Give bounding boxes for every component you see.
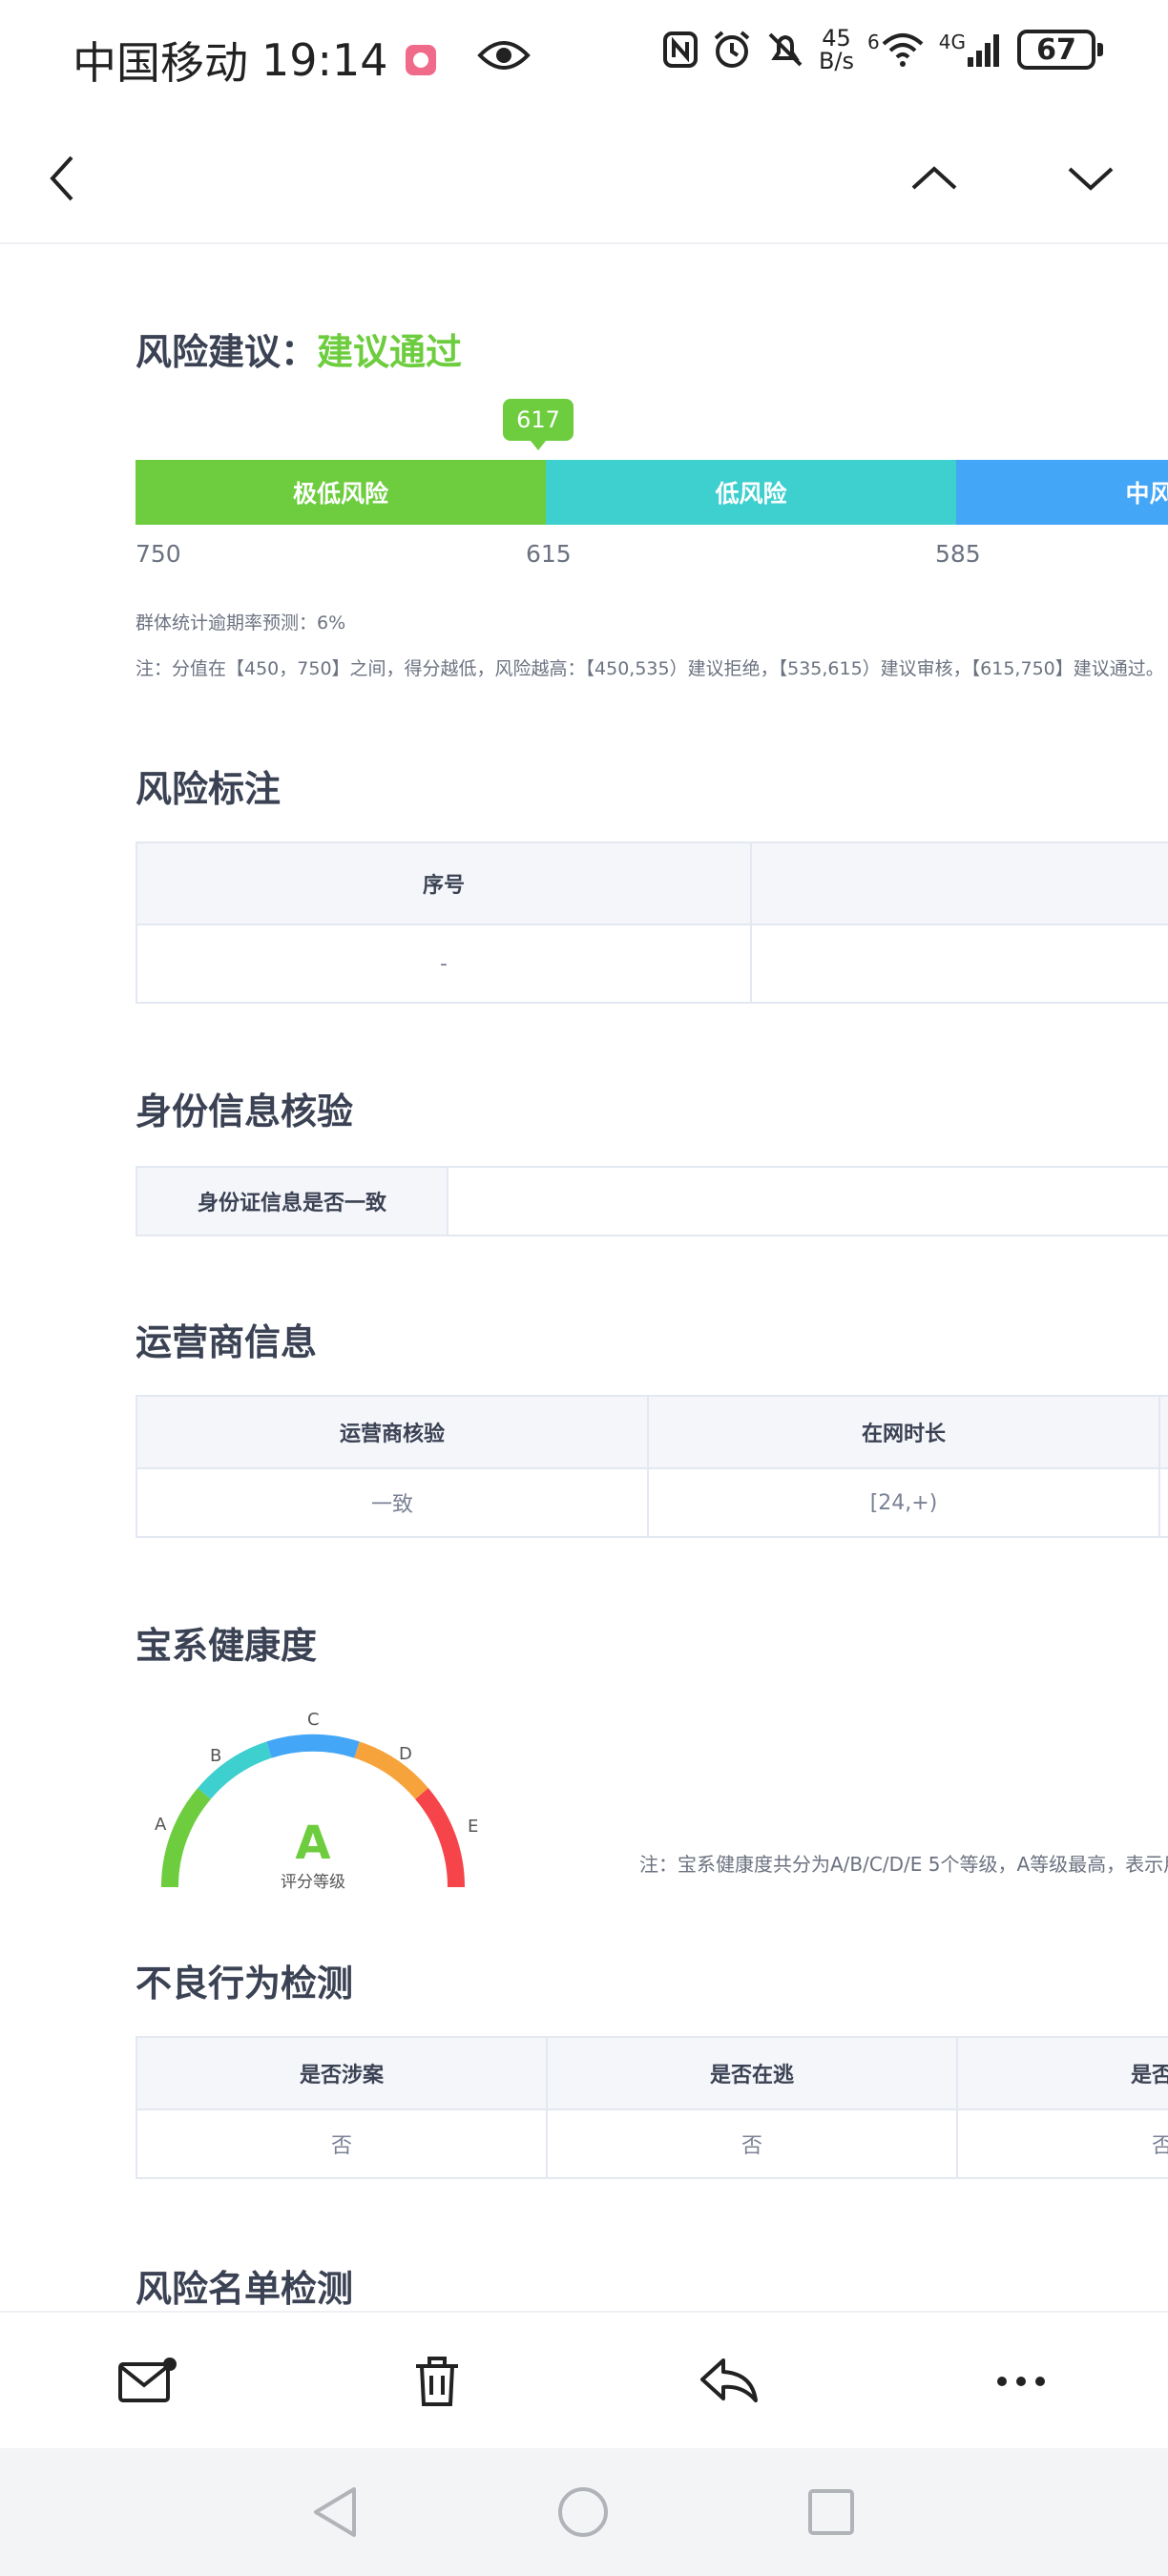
health-title: 宝系健康度 xyxy=(136,1625,318,1667)
grade-letter: D xyxy=(399,1744,412,1764)
risk-list-title: 风险名单检测 xyxy=(136,2268,354,2310)
table-row: 否 否 否 xyxy=(137,2109,1168,2177)
table-row: 身份证信息是否一致 xyxy=(137,1168,1168,1235)
grade-letter: E xyxy=(468,1817,478,1837)
carrier-name: 中国移动 xyxy=(73,37,248,89)
risk-segment-medium: 中风险 xyxy=(956,460,1168,525)
table-header-cell: 在网时长 xyxy=(649,1397,1160,1467)
table-cell xyxy=(752,924,1168,1002)
back-button[interactable] xyxy=(31,147,94,210)
bottom-action-bar xyxy=(0,2311,1168,2448)
identity-table: 身份证信息是否一致 xyxy=(136,1166,1168,1236)
grade-letter: A xyxy=(155,1815,167,1835)
identity-label: 身份证信息是否一致 xyxy=(137,1168,448,1235)
top-nav xyxy=(0,113,1168,244)
risk-bar: 极低风险 低风险 中风险 xyxy=(136,460,1168,525)
net-speed-value: 45 xyxy=(822,25,851,52)
table-cell: [24,+) xyxy=(649,1467,1160,1536)
bad-behavior-table: 是否涉案 是否在逃 是否涉 否 否 否 xyxy=(136,2036,1168,2179)
table-header-cell: 是否涉 xyxy=(958,2038,1168,2109)
table-header-row: 序号 xyxy=(137,843,1168,924)
eye-icon xyxy=(477,41,531,70)
bad-behavior-title: 不良行为检测 xyxy=(136,1963,354,2005)
table-row: 一致 [24,+) xyxy=(137,1467,1168,1536)
chevron-left-icon xyxy=(50,156,73,201)
grade-label: 评分等级 xyxy=(281,1873,345,1892)
mark-unread-button[interactable] xyxy=(113,2347,181,2416)
trash-icon xyxy=(416,2357,458,2406)
signal-icon xyxy=(968,34,999,67)
table-header-cell: 是否在逃 xyxy=(548,2038,958,2109)
score-tooltip: 617 xyxy=(503,399,574,450)
risk-tick-label: 615 xyxy=(526,540,572,568)
health-gauge: A B C D E A 评分等级 xyxy=(155,1710,478,1892)
mute-icon xyxy=(768,32,803,67)
table-header-cell xyxy=(1160,1397,1168,1467)
square-recents-icon xyxy=(808,2489,854,2535)
reply-button[interactable] xyxy=(695,2347,763,2416)
mail-icon xyxy=(118,2358,177,2402)
health-note: 注：宝系健康度共分为A/B/C/D/E 5个等级，A等级最高，表示用户 xyxy=(639,1853,1168,1876)
risk-tick-label: 585 xyxy=(935,540,981,568)
wifi-label: 6 xyxy=(867,31,880,53)
triangle-back-icon xyxy=(314,2487,356,2537)
table-header-row: 是否涉案 是否在逃 是否涉 xyxy=(137,2038,1168,2109)
reply-icon xyxy=(700,2358,758,2402)
table-row: - xyxy=(137,924,1168,1002)
group-stat-note: 群体统计逾期率预测：6% xyxy=(136,613,346,634)
table-header-cell: 是否涉案 xyxy=(137,2038,548,2109)
more-button[interactable] xyxy=(987,2347,1055,2416)
risk-mark-table: 序号 - xyxy=(136,841,1168,1004)
circle-home-icon xyxy=(558,2487,608,2537)
operator-table: 运营商核验 在网时长 一致 [24,+) xyxy=(136,1395,1168,1538)
identity-value xyxy=(448,1168,1168,1235)
risk-advice-label: 风险建议： xyxy=(136,331,318,373)
net-speed: 45 B/s xyxy=(819,27,854,73)
report-content[interactable]: 风险建议：建议通过 617 极低风险 低风险 中风险 750 615 585 群… xyxy=(0,246,1168,2311)
more-icon xyxy=(997,2377,1045,2386)
risk-advice-value: 建议通过 xyxy=(317,331,463,373)
net-speed-unit: B/s xyxy=(818,48,855,74)
table-cell xyxy=(1160,1467,1168,1536)
cell-label: 4G xyxy=(938,31,966,53)
app-notification-icon xyxy=(405,45,436,75)
risk-advice-title: 风险建议：建议通过 xyxy=(136,322,462,375)
grade-value: A xyxy=(295,1817,330,1870)
system-recents-button[interactable] xyxy=(800,2481,863,2544)
alarm-icon xyxy=(714,31,750,68)
chevron-down-icon xyxy=(1068,167,1114,191)
operator-title: 运营商信息 xyxy=(136,1321,318,1363)
system-back-button[interactable] xyxy=(303,2481,366,2544)
table-cell: 否 xyxy=(958,2109,1168,2177)
risk-mark-title: 风险标注 xyxy=(136,768,282,810)
previous-button[interactable] xyxy=(903,147,966,210)
table-cell: 一致 xyxy=(137,1467,649,1536)
status-right: 45 B/s 6 4G 67 xyxy=(662,27,1103,73)
system-home-button[interactable] xyxy=(552,2481,615,2544)
score-range-note: 注：分值在【450，750】之间，得分越低，风险越高：【450,535）建议拒绝… xyxy=(136,658,1164,679)
status-left: 中国移动 19:14 xyxy=(73,29,436,92)
clock: 19:14 xyxy=(261,34,388,86)
risk-segment-low: 低风险 xyxy=(546,460,956,525)
delete-button[interactable] xyxy=(403,2347,471,2416)
table-header-cell: 运营商核验 xyxy=(137,1397,649,1467)
risk-segment-very-low: 极低风险 xyxy=(136,460,546,525)
risk-tick-label: 750 xyxy=(136,540,181,568)
table-cell: 否 xyxy=(548,2109,958,2177)
table-cell: - xyxy=(137,924,752,1002)
nfc-icon xyxy=(662,31,698,68)
grade-letter: B xyxy=(210,1746,221,1766)
table-header-cell xyxy=(752,843,1168,924)
identity-title: 身份信息核验 xyxy=(136,1091,354,1132)
grade-letter: C xyxy=(307,1710,320,1730)
table-cell: 否 xyxy=(137,2109,548,2177)
system-nav-bar xyxy=(0,2448,1168,2576)
table-header-cell: 序号 xyxy=(137,843,752,924)
chevron-up-icon xyxy=(911,166,957,190)
next-button[interactable] xyxy=(1059,147,1122,210)
status-bar: 中国移动 19:14 45 B/s 6 4G 67 xyxy=(0,0,1168,113)
battery-icon: 67 xyxy=(1017,30,1103,70)
table-header-row: 运营商核验 在网时长 xyxy=(137,1397,1168,1467)
wifi-icon xyxy=(882,33,924,67)
